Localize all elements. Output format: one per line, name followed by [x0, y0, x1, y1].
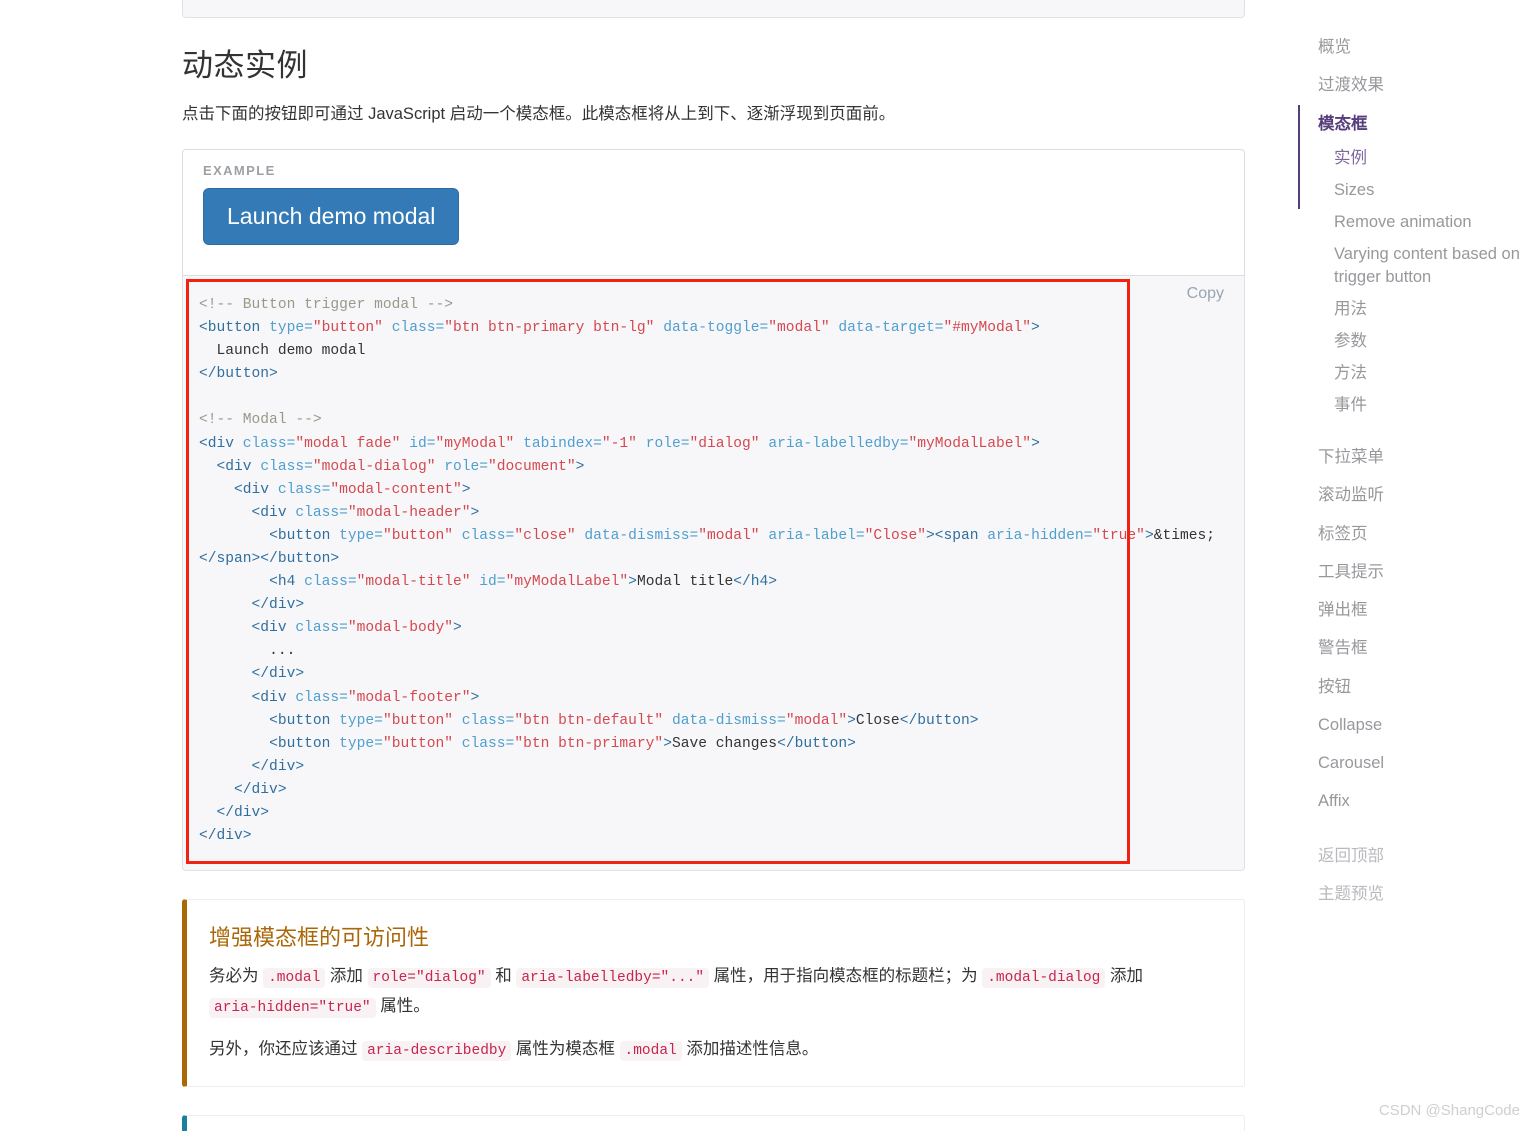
previous-code-panel: </div><!-- /.modal -->: [182, 0, 1245, 18]
sidebar-item-tooltip[interactable]: 工具提示: [1290, 553, 1534, 591]
callout-text: 属性，用于指向模态框的标题栏；为: [713, 967, 978, 986]
page-root: </div><!-- /.modal --> 动态实例 点击下面的按钮即可通过 …: [0, 0, 1534, 1131]
page-title: 动态实例: [182, 48, 308, 83]
sidebar-item-collapse[interactable]: Collapse: [1290, 706, 1534, 744]
callout-text: 属性。: [380, 996, 430, 1015]
sidebar-item-popover[interactable]: 弹出框: [1290, 591, 1534, 629]
code-snippet[interactable]: <!-- Button trigger modal --> <button ty…: [199, 294, 1228, 848]
callout-title: 增强模态框的可访问性: [209, 925, 430, 951]
inline-code-modal-dialog: .modal-dialog: [982, 968, 1106, 989]
toc-nav-primary: 概览 过渡效果 模态框: [1290, 28, 1534, 210]
sidebar-item-alert[interactable]: 警告框: [1290, 629, 1534, 667]
csdn-watermark: CSDN @ShangCode: [1378, 1102, 1520, 1119]
sidebar-item-modal[interactable]: 模态框: [1290, 104, 1534, 210]
toc-divider-2: [1290, 821, 1534, 837]
callout-text: 属性为模态框: [515, 1039, 615, 1058]
sidebar-item-affix[interactable]: Affix: [1290, 782, 1534, 820]
accessibility-callout: 增强模态框的可访问性 务必为 .modal 添加 role="dialog" 和…: [182, 899, 1245, 1088]
sidebar-item-transitions[interactable]: 过渡效果: [1290, 66, 1534, 104]
sidebar-item-theme-preview[interactable]: 主题预览: [1290, 875, 1534, 913]
sidebar-subitem-sizes[interactable]: Sizes: [1290, 175, 1534, 207]
callout-paragraph-1: 务必为 .modal 添加 role="dialog" 和 aria-label…: [209, 962, 1222, 1021]
code-snippet-panel: Copy <!-- Button trigger modal --> <butt…: [182, 275, 1245, 872]
main-content: </div><!-- /.modal --> 动态实例 点击下面的按钮即可通过 …: [0, 0, 1290, 1131]
section-lead: 点击下面的按钮即可通过 JavaScript 启动一个模态框。此模态框将从上到下…: [182, 105, 896, 123]
toc-nav-secondary: 下拉菜单 滚动监听 标签页 工具提示 弹出框 警告框 按钮 Collapse C…: [1290, 438, 1534, 821]
sidebar-item-buttons[interactable]: 按钮: [1290, 668, 1534, 706]
sidebar-subitem-examples[interactable]: 实例: [1290, 143, 1534, 175]
callout-text: 另外，你还应该通过: [209, 1039, 358, 1058]
sidebar-subitem-varying-content[interactable]: Varying content based on trigger button: [1290, 239, 1534, 295]
sidebar-subitem-options[interactable]: 参数: [1290, 326, 1534, 358]
sidebar-subitem-methods[interactable]: 方法: [1290, 358, 1534, 390]
inline-code-aria-labelledby: aria-labelledby="...": [516, 968, 710, 989]
toc-divider-1: [1290, 422, 1534, 438]
callout-text: 添加: [329, 967, 363, 986]
example-label: EXAMPLE: [203, 163, 276, 179]
sidebar-item-dropdown[interactable]: 下拉菜单: [1290, 438, 1534, 476]
inline-code-modal: .modal: [263, 968, 326, 989]
example-preview-panel: EXAMPLE Launch demo modal: [182, 149, 1245, 276]
callout-text: 添加描述性信息。: [686, 1039, 819, 1058]
sidebar-subitem-remove-animation[interactable]: Remove animation: [1290, 207, 1534, 239]
toc-nav-tertiary: 返回顶部 主题预览: [1290, 837, 1534, 914]
launch-demo-modal-button[interactable]: Launch demo modal: [203, 188, 460, 245]
sidebar-item-tabs[interactable]: 标签页: [1290, 515, 1534, 553]
callout-text: 和: [495, 967, 512, 986]
sidebar-item-back-to-top[interactable]: 返回顶部: [1290, 837, 1534, 875]
sidebar-subitem-events[interactable]: 事件: [1290, 390, 1534, 422]
sidebar-item-carousel[interactable]: Carousel: [1290, 744, 1534, 782]
inline-code-modal-2: .modal: [619, 1040, 682, 1061]
callout-text: 务必为: [209, 967, 259, 986]
sidebar-subitem-usage[interactable]: 用法: [1290, 294, 1534, 326]
callout-text: 添加: [1109, 967, 1143, 986]
inline-code-aria-describedby: aria-describedby: [362, 1040, 512, 1061]
inline-code-role-dialog: role="dialog": [367, 968, 491, 989]
callout-paragraph-2: 另外，你还应该通过 aria-describedby 属性为模态框 .modal…: [209, 1035, 1222, 1064]
copy-button[interactable]: Copy: [1181, 284, 1230, 304]
youtube-callout: 嵌入 YouTube 视频（天朝无用）: [182, 1115, 1245, 1131]
inline-code-aria-hidden: aria-hidden="true": [209, 997, 376, 1018]
sidebar-item-overview[interactable]: 概览: [1290, 28, 1534, 66]
toc-sidebar: 概览 过渡效果 模态框 实例 Sizes Remove animation Va…: [1290, 0, 1534, 1131]
toc-nav-modal-subitems: 实例 Sizes Remove animation Varying conten…: [1290, 143, 1534, 422]
sidebar-item-scrollspy[interactable]: 滚动监听: [1290, 476, 1534, 514]
